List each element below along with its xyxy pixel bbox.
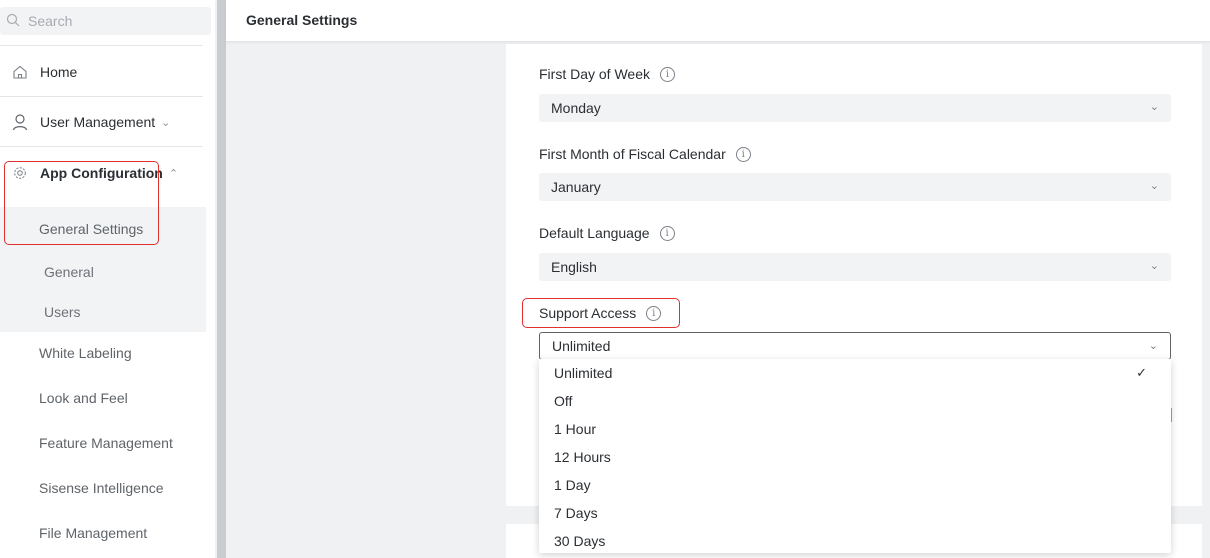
select-value: Monday — [551, 100, 601, 116]
field-label-text: First Day of Week — [539, 66, 650, 82]
home-icon — [0, 64, 40, 80]
sidebar-item-home[interactable]: Home — [0, 62, 205, 82]
dropdown-option-7-days[interactable]: 7 Days — [554, 505, 598, 521]
sidebar-item-feature-management[interactable]: Feature Management — [39, 435, 173, 451]
support-access-dropdown: Unlimited ✓ Off 1 Hour 12 Hours 1 Day 7 … — [539, 359, 1171, 553]
info-icon[interactable]: i — [659, 225, 675, 241]
chevron-down-icon: ⌄ — [1149, 101, 1159, 113]
field-label-default-language: Default Language i — [539, 225, 675, 241]
user-icon — [0, 113, 40, 131]
chevron-down-icon: ⌄ — [1148, 340, 1158, 352]
option-label: Unlimited — [554, 365, 613, 381]
dropdown-option-1-hour[interactable]: 1 Hour — [554, 421, 596, 437]
sidebar-subitem-general[interactable]: General — [44, 264, 94, 280]
sidebar-scrollbar[interactable] — [217, 0, 226, 558]
chevron-down-icon: ⌄ — [161, 116, 171, 129]
info-icon[interactable]: i — [735, 146, 751, 162]
field-label-text: Default Language — [539, 225, 650, 241]
sidebar-item-label: User Management — [40, 114, 156, 130]
search-placeholder: Search — [28, 13, 73, 29]
check-icon: ✓ — [1136, 365, 1147, 380]
divider — [0, 45, 203, 46]
search-input[interactable]: Search — [0, 7, 211, 35]
dropdown-option-1-day[interactable]: 1 Day — [554, 477, 591, 493]
page-title: General Settings — [246, 12, 358, 28]
select-value: January — [551, 179, 601, 195]
select-value: Unlimited — [552, 338, 611, 354]
select-value: English — [551, 259, 597, 275]
chevron-down-icon: ⌄ — [1149, 180, 1159, 192]
default-language-select[interactable]: English ⌄ — [539, 253, 1171, 281]
sidebar-item-sisense-intelligence[interactable]: Sisense Intelligence — [39, 480, 164, 496]
fiscal-month-select[interactable]: January ⌄ — [539, 173, 1171, 201]
sidebar: Search Home User Management ⌄ App Config… — [0, 0, 215, 558]
sidebar-item-white-labeling[interactable]: White Labeling — [39, 345, 132, 361]
chevron-down-icon: ⌄ — [1149, 260, 1159, 272]
field-label-fiscal-month: First Month of Fiscal Calendar i — [539, 146, 751, 162]
field-label-text: First Month of Fiscal Calendar — [539, 146, 726, 162]
sidebar-item-look-and-feel[interactable]: Look and Feel — [39, 390, 128, 406]
chevron-up-icon: ⌃ — [168, 167, 179, 180]
sidebar-item-label: Home — [40, 64, 78, 80]
support-access-select[interactable]: Unlimited ⌄ — [539, 332, 1171, 360]
page-header: General Settings — [226, 0, 1210, 42]
sidebar-item-user-management[interactable]: User Management ⌄ — [0, 112, 205, 132]
first-day-of-week-select[interactable]: Monday ⌄ — [539, 94, 1171, 122]
dropdown-option-unlimited[interactable]: Unlimited — [554, 365, 1154, 381]
highlight-box — [4, 161, 159, 245]
sidebar-subitem-users[interactable]: Users — [44, 304, 81, 320]
divider — [0, 96, 203, 97]
sidebar-item-file-management[interactable]: File Management — [39, 525, 147, 541]
field-label-first-day-of-week: First Day of Week i — [539, 66, 675, 82]
divider — [0, 146, 203, 147]
info-icon[interactable]: i — [660, 66, 675, 82]
highlight-box — [522, 298, 680, 328]
search-icon — [6, 13, 28, 30]
dropdown-option-off[interactable]: Off — [554, 393, 572, 409]
dropdown-option-30-days[interactable]: 30 Days — [554, 533, 605, 549]
dropdown-option-12-hours[interactable]: 12 Hours — [554, 449, 611, 465]
